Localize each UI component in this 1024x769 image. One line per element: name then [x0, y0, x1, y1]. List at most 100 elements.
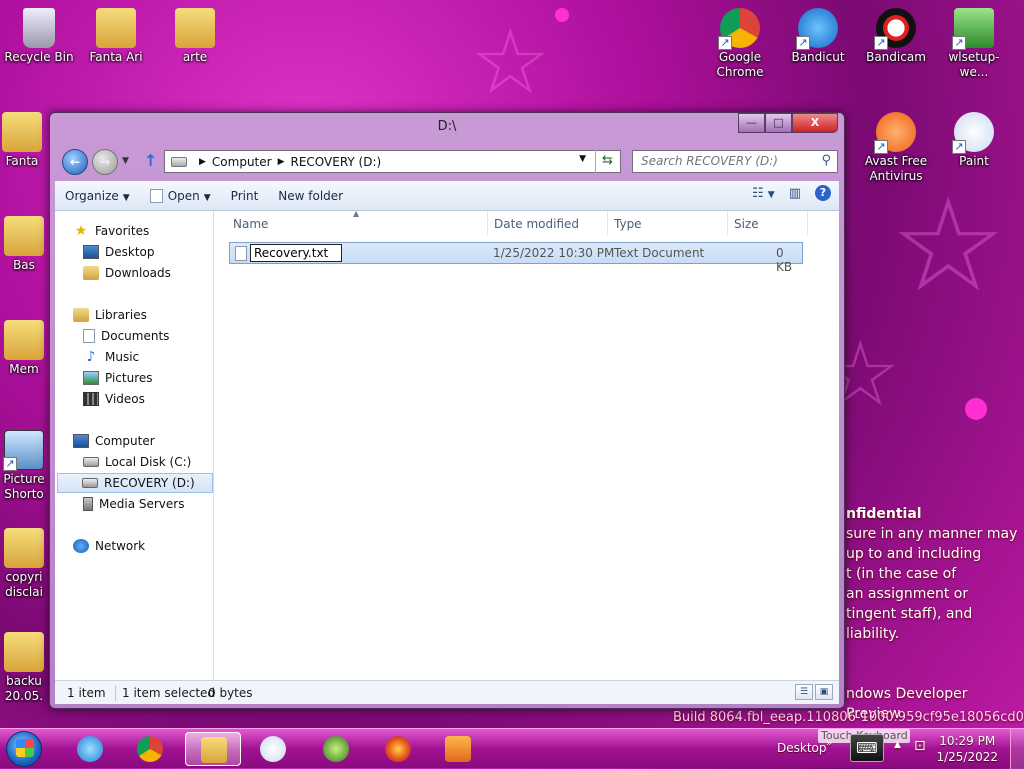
navigation-pane[interactable]: ★ Favorites Desktop Downloads Libraries D… [55, 211, 214, 682]
clock-date: 1/25/2022 [936, 750, 998, 764]
breadcrumb-computer[interactable]: Computer [212, 155, 272, 169]
nav-desktop[interactable]: Desktop [83, 242, 155, 262]
open-button[interactable]: Open ▼ [140, 184, 221, 208]
folder-icon [4, 632, 44, 672]
desktop-icon-arte[interactable]: arte [157, 8, 233, 65]
desktop-icon-recycle-bin[interactable]: Recycle Bin [1, 8, 77, 65]
new-folder-button[interactable]: New folder [268, 184, 353, 208]
desktop-icon-bandicut[interactable]: Bandicut [780, 8, 856, 65]
recent-pages-chevron-icon[interactable]: ▼ [122, 156, 129, 166]
search-box[interactable]: ⚲ [632, 150, 838, 173]
desktop-icon-google-chrome[interactable]: Google Chrome [702, 8, 778, 80]
explorer-window[interactable]: D:\ — □ X ← → ▼ ↑ ▶ Computer ▶ RECOVERY … [49, 112, 845, 709]
taskbar-firefox[interactable] [372, 732, 424, 766]
touch-keyboard-icon[interactable]: ⌨ [850, 734, 884, 762]
desktop-icon-avast[interactable]: Avast Free Antivirus [858, 112, 934, 184]
taskbar-maps[interactable] [310, 732, 362, 766]
search-icon: ⚲ [821, 153, 831, 168]
file-list[interactable]: ▲ Name Date modified Type Size 1/25/2022… [215, 209, 839, 682]
nav-local-disk[interactable]: Local Disk (C:) [83, 452, 191, 472]
taskbar-media-player[interactable] [432, 732, 484, 766]
nav-network[interactable]: Network [73, 536, 145, 556]
watermark-heading: nfidential [846, 506, 922, 522]
column-header-name[interactable]: Name [233, 217, 268, 231]
up-level-arrow-icon[interactable]: ↑ [144, 151, 157, 170]
taskbar-chrome[interactable] [124, 732, 176, 766]
nav-favorites[interactable]: ★ Favorites [73, 221, 150, 241]
desktop-icon-copyright-disclaimer[interactable]: copyri disclai [0, 528, 54, 600]
document-icon [149, 188, 163, 203]
desktop-icon-paint[interactable]: Paint [936, 112, 1012, 169]
nav-pictures[interactable]: Pictures [83, 368, 153, 388]
desktop-icon-mem[interactable]: Mem [0, 320, 54, 377]
background-star: ☆ [890, 169, 1007, 321]
address-dropdown-icon[interactable]: ▼ [579, 154, 586, 164]
change-view-icon[interactable]: ☷ ▼ [752, 186, 775, 201]
navigation-row: ← → ▼ ↑ ▶ Computer ▶ RECOVERY (D:) ▼ ⇆ ⚲ [58, 147, 838, 175]
watermark-line: tingent staff), and [846, 606, 973, 622]
desktop-icon-bas[interactable]: Bas [0, 216, 54, 273]
taskbar-internet-explorer[interactable] [64, 732, 116, 766]
breadcrumb-chevron-icon[interactable]: ▶ [199, 157, 206, 167]
close-button[interactable]: X [792, 113, 838, 133]
paint-icon [260, 736, 286, 762]
nav-videos[interactable]: Videos [83, 389, 145, 409]
print-button[interactable]: Print [221, 184, 269, 208]
help-icon[interactable]: ? [815, 185, 831, 201]
refresh-icon[interactable]: ⇆ [595, 150, 619, 173]
desktop-toolbar-label[interactable]: Desktop [777, 741, 827, 755]
preview-pane-icon[interactable]: ▥ [789, 186, 801, 201]
breadcrumb-chevron-icon[interactable]: ▶ [278, 157, 285, 167]
internet-explorer-icon [77, 736, 103, 762]
title-bar[interactable]: D:\ — □ X [50, 113, 844, 143]
column-header-size[interactable]: Size [734, 217, 759, 231]
nav-documents[interactable]: Documents [83, 326, 169, 346]
start-button[interactable] [6, 731, 42, 767]
back-button[interactable]: ← [62, 149, 88, 175]
forward-button[interactable]: → [92, 149, 118, 175]
nav-computer[interactable]: Computer [73, 431, 155, 451]
maximize-button[interactable]: □ [765, 113, 792, 133]
rename-input[interactable] [250, 244, 342, 262]
libraries-icon [73, 308, 89, 322]
desktop-icon-fanta[interactable]: Fanta [0, 112, 52, 169]
desktop-icon-backup[interactable]: backu 20.05. [0, 632, 54, 704]
chrome-icon [137, 736, 163, 762]
column-divider[interactable] [807, 211, 808, 235]
nav-media-servers[interactable]: Media Servers [83, 494, 184, 514]
column-divider[interactable] [607, 211, 608, 235]
show-desktop-button[interactable] [1010, 729, 1024, 769]
organize-button[interactable]: Organize ▼ [55, 184, 140, 208]
firefox-icon [385, 736, 411, 762]
taskbar-paint[interactable] [247, 732, 299, 766]
file-row[interactable]: 1/25/2022 10:30 PM Text Document 0 KB [229, 242, 803, 274]
breadcrumb-recovery[interactable]: RECOVERY (D:) [291, 155, 382, 169]
details-view-icon[interactable]: ☰ [795, 684, 813, 700]
address-bar[interactable]: ▶ Computer ▶ RECOVERY (D:) ▼ [164, 150, 621, 173]
search-input[interactable] [639, 151, 819, 171]
command-toolbar: Organize ▼ Open ▼ Print New folder ☷ ▼ ▥ ? [55, 181, 839, 211]
watermark-line: t (in the case of [846, 566, 957, 582]
column-divider[interactable] [487, 211, 488, 235]
desktop-icon-fanta-ari[interactable]: Fanta Ari [78, 8, 154, 65]
nav-downloads[interactable]: Downloads [83, 263, 171, 283]
drive-icon [82, 478, 98, 488]
large-icons-view-icon[interactable]: ▣ [815, 684, 833, 700]
desktop-icon-bandicam[interactable]: Bandicam [858, 8, 934, 65]
desktop-icon-picture-shortcut[interactable]: Picture Shorto [0, 430, 54, 502]
nav-music[interactable]: ♪ Music [83, 347, 140, 367]
hard-drive-icon [83, 457, 99, 467]
nav-recovery-drive[interactable]: RECOVERY (D:) [57, 473, 213, 493]
nav-libraries[interactable]: Libraries [73, 305, 147, 325]
drive-icon [171, 156, 187, 167]
column-divider[interactable] [727, 211, 728, 235]
installer-icon [952, 8, 994, 50]
system-clock[interactable]: 10:29 PM 1/25/2022 [936, 733, 998, 765]
column-header-type[interactable]: Type [614, 217, 642, 231]
minimize-button[interactable]: — [738, 113, 765, 133]
background-dot [555, 8, 569, 22]
taskbar-file-explorer[interactable] [185, 732, 241, 766]
desktop-icon-wlsetup[interactable]: wlsetup-we... [936, 8, 1012, 80]
network-tray-icon[interactable]: ⊡ [914, 738, 926, 754]
column-header-date[interactable]: Date modified [494, 217, 579, 231]
